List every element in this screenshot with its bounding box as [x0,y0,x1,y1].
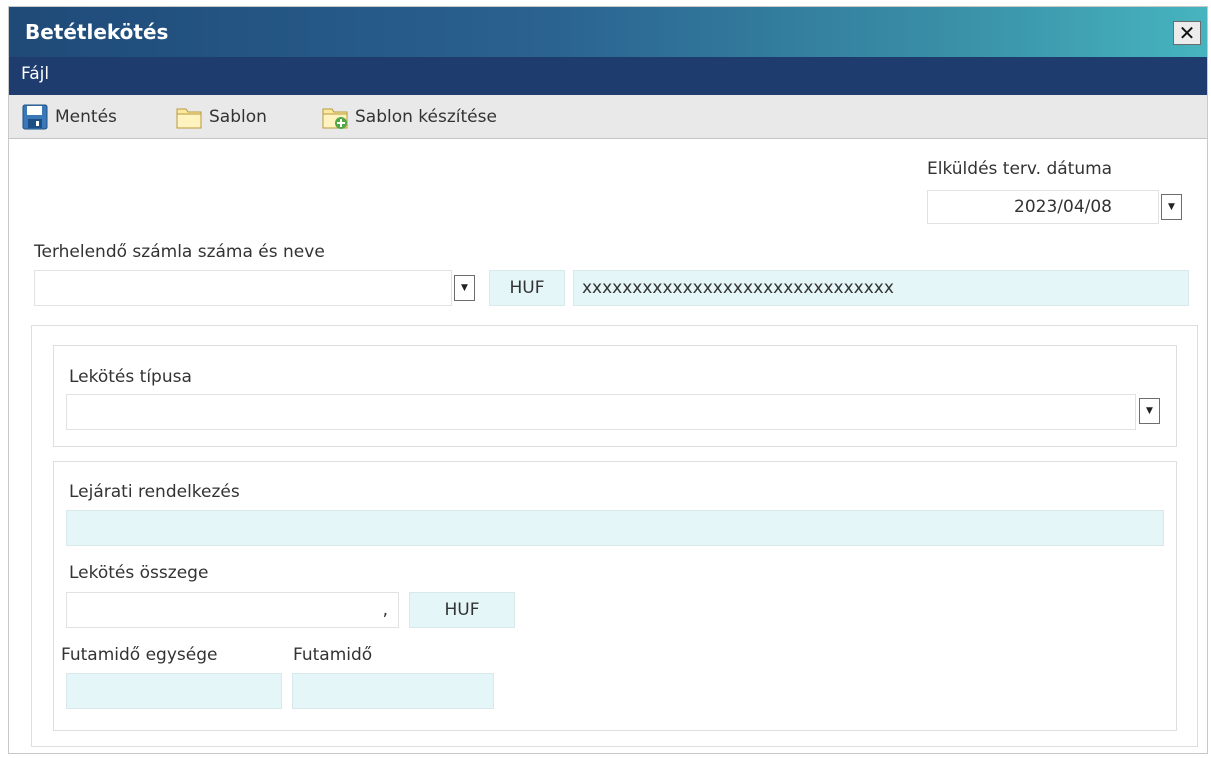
template-label: Sablon [209,107,267,127]
menu-file[interactable]: Fájl [21,64,49,84]
dropdown-arrow-icon: ▼ [1168,202,1175,212]
folder-icon [175,104,203,130]
menu-bar: Fájl [9,57,1207,95]
amount-currency-value: HUF [444,600,480,620]
send-date-label: Elküldés terv. dátuma [927,159,1113,179]
debit-account-label: Terhelendő számla száma és neve [34,242,325,262]
send-date-field[interactable]: 2023/04/08 [927,190,1159,224]
term-unit-label: Futamidő egysége [61,645,218,665]
debit-account-name-value: xxxxxxxxxxxxxxxxxxxxxxxxxxxxxxx [582,278,894,298]
amount-field[interactable]: , [66,592,399,628]
create-template-button[interactable]: Sablon készítése [321,104,497,130]
debit-account-field[interactable] [34,270,452,306]
debit-currency-field: HUF [489,270,565,306]
save-icon [21,104,49,130]
debit-account-name-field: xxxxxxxxxxxxxxxxxxxxxxxxxxxxxxx [573,270,1189,306]
toolbar: Mentés Sablon Sablon készítése [9,95,1207,139]
deposit-type-dropdown[interactable]: ▼ [1139,398,1160,424]
debit-account-dropdown[interactable]: ▼ [454,275,475,301]
title-bar: Betétlekötés ✕ [9,7,1207,57]
deposit-type-label: Lekötés típusa [69,367,192,387]
dropdown-arrow-icon: ▼ [1146,406,1153,416]
term-label: Futamidő [293,645,373,665]
save-label: Mentés [55,107,117,127]
dropdown-arrow-icon: ▼ [461,283,468,293]
term-field [292,673,494,709]
term-unit-field [66,673,282,709]
amount-label: Lekötés összege [69,563,209,583]
send-date-dropdown[interactable]: ▼ [1161,194,1182,220]
save-button[interactable]: Mentés [21,104,117,130]
maturity-label: Lejárati rendelkezés [69,482,240,502]
close-button[interactable]: ✕ [1173,21,1201,45]
debit-currency-value: HUF [509,278,545,298]
deposit-type-field[interactable] [66,394,1136,430]
template-button[interactable]: Sablon [175,104,267,130]
amount-decimal-separator: , [382,600,388,620]
deposit-window: Betétlekötés ✕ Fájl Mentés Sablon Sablon… [8,6,1208,754]
maturity-field [66,510,1164,546]
create-template-label: Sablon készítése [355,107,497,127]
amount-currency-field: HUF [409,592,515,628]
send-date-value: 2023/04/08 [1014,197,1112,217]
close-icon: ✕ [1178,21,1196,45]
folder-add-icon [321,104,349,130]
window-title: Betétlekötés [25,20,169,44]
